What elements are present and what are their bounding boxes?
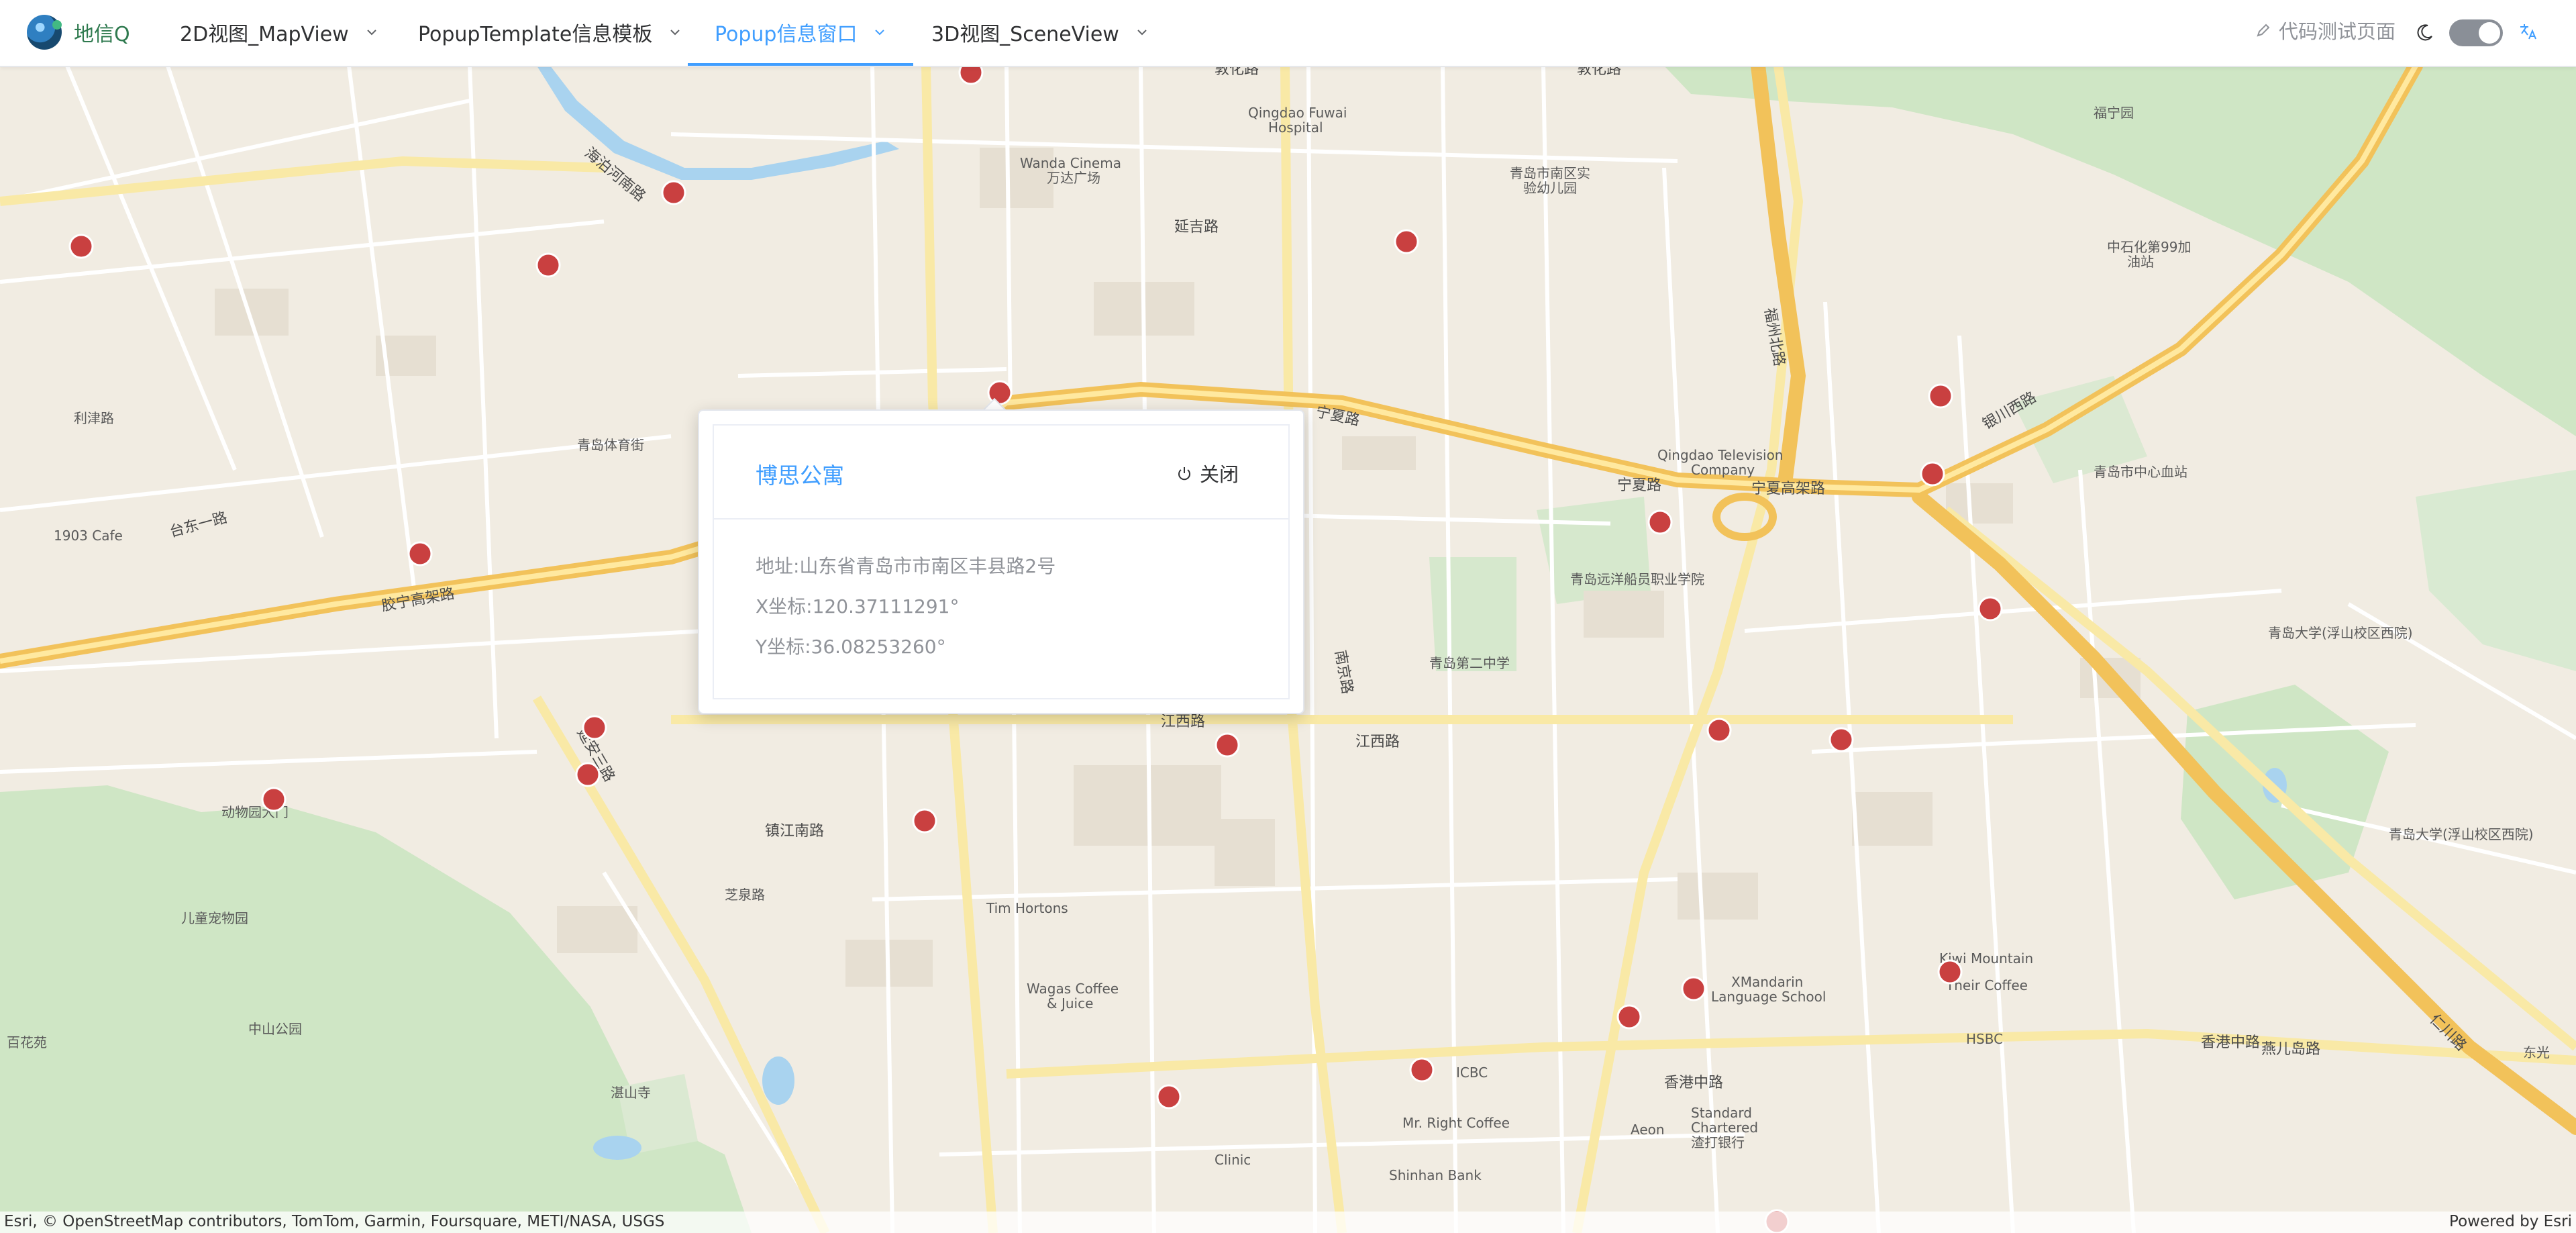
svg-text:百花苑: 百花苑 <box>7 1034 47 1050</box>
svg-text:青岛远洋船员职业学院: 青岛远洋船员职业学院 <box>1570 571 1704 587</box>
svg-text:青岛大学(浮山校区西院): 青岛大学(浮山校区西院) <box>2389 826 2534 842</box>
nav-popup-template[interactable]: PopupTemplate信息模板 <box>418 0 682 64</box>
svg-text:福宁园: 福宁园 <box>2094 105 2134 121</box>
powered-by-esri[interactable]: Powered by Esri <box>2449 1213 2572 1230</box>
svg-text:中石化第99加: 中石化第99加 <box>2107 239 2191 255</box>
svg-text:青岛第二中学: 青岛第二中学 <box>1429 655 1510 671</box>
nav-2d-mapview-label: 2D视图_MapView <box>180 23 349 46</box>
nav-3d-sceneview-label: 3D视图_SceneView <box>931 23 1119 46</box>
svg-text:湛山寺: 湛山寺 <box>611 1085 651 1101</box>
svg-text:青岛大学(浮山校区西院): 青岛大学(浮山校区西院) <box>2268 625 2413 641</box>
svg-text:Qingdao Television: Qingdao Television <box>1657 447 1783 463</box>
chevron-down-icon <box>875 30 885 36</box>
svg-text:延吉路: 延吉路 <box>1174 219 1219 236</box>
brand-name[interactable]: 地信Q <box>74 17 130 47</box>
top-navigation-bar: 地信Q 2D视图_MapView PopupTemplate信息模板 Popup… <box>0 0 2576 67</box>
svg-text:& Juice: & Juice <box>1047 995 1093 1012</box>
toggle-knob <box>2479 22 2500 44</box>
popup-close-button[interactable]: 关闭 <box>1176 459 1239 487</box>
svg-text:宁夏路: 宁夏路 <box>1617 477 1661 494</box>
svg-text:东光: 东光 <box>2523 1044 2550 1061</box>
svg-text:Language School: Language School <box>1711 989 1826 1005</box>
translate-icon[interactable] <box>2518 21 2539 43</box>
nav-popup-window[interactable]: Popup信息窗口 <box>687 0 915 66</box>
chevron-down-icon <box>366 30 376 36</box>
svg-text:芝泉路: 芝泉路 <box>725 887 765 903</box>
chevron-down-icon <box>670 30 680 36</box>
svg-text:Shinhan Bank: Shinhan Bank <box>1389 1167 1482 1183</box>
logo-accent-dot <box>52 20 62 30</box>
popup-title: 博思公寓 <box>756 462 844 489</box>
power-icon <box>1178 467 1190 481</box>
svg-text:ICBC: ICBC <box>1456 1065 1488 1081</box>
svg-text:燕儿岛路: 燕儿岛路 <box>2261 1041 2320 1058</box>
svg-text:Chartered: Chartered <box>1691 1120 1758 1136</box>
svg-text:江西路: 江西路 <box>1355 734 1400 750</box>
svg-text:青岛市中心血站: 青岛市中心血站 <box>2094 464 2187 480</box>
popup-address: 地址:山东省青岛市市南区丰县路2号 <box>756 555 1056 577</box>
svg-text:香港中路: 香港中路 <box>1664 1075 1723 1091</box>
popup-x-coordinate: X坐标:120.37111291° <box>756 595 960 618</box>
svg-text:Clinic: Clinic <box>1215 1152 1251 1168</box>
svg-text:镇江南路: 镇江南路 <box>765 823 824 840</box>
svg-text:利津路: 利津路 <box>74 410 114 426</box>
svg-text:Tim Hortons: Tim Hortons <box>986 900 1068 916</box>
svg-text:HSBC: HSBC <box>1966 1031 2003 1047</box>
svg-text:青岛市南区实: 青岛市南区实 <box>1510 165 1590 181</box>
svg-text:儿童宠物园: 儿童宠物园 <box>181 910 248 926</box>
svg-text:Company: Company <box>1691 462 1755 478</box>
pencil-icon <box>2257 23 2270 37</box>
code-test-page-link[interactable]: 代码测试页面 <box>2255 16 2395 44</box>
svg-text:Qingdao Fuwai: Qingdao Fuwai <box>1248 105 1347 121</box>
svg-text:青岛体育街: 青岛体育街 <box>577 437 644 453</box>
popup-divider <box>714 518 1288 520</box>
svg-text:Wanda Cinema: Wanda Cinema <box>1020 155 1121 171</box>
svg-text:油站: 油站 <box>2127 254 2154 270</box>
svg-text:江西路: 江西路 <box>1161 713 1205 730</box>
map-attribution-bar: Esri, © OpenStreetMap contributors, TomT… <box>0 1212 2576 1233</box>
dark-mode-toggle[interactable] <box>2449 19 2503 46</box>
svg-text:敦化路: 敦化路 <box>1577 66 1621 78</box>
code-test-page-label: 代码测试页面 <box>2279 20 2396 43</box>
moon-icon <box>2417 24 2432 41</box>
svg-text:香港中路: 香港中路 <box>2201 1034 2260 1051</box>
svg-text:Wagas Coffee: Wagas Coffee <box>1027 981 1119 997</box>
popup-close-label: 关闭 <box>1199 463 1239 486</box>
svg-text:Standard: Standard <box>1691 1105 1752 1121</box>
nav-3d-sceneview[interactable]: 3D视图_SceneView <box>931 0 1149 64</box>
svg-text:Mr. Right Coffee: Mr. Right Coffee <box>1402 1115 1510 1131</box>
svg-text:中山公园: 中山公园 <box>248 1021 302 1037</box>
info-popup: 博思公寓 关闭 地址:山东省青岛市市南区丰县路2号 X坐标:120.371112… <box>698 409 1304 714</box>
svg-text:渣打银行: 渣打银行 <box>1691 1134 1745 1150</box>
attribution-text[interactable]: Esri, © OpenStreetMap contributors, TomT… <box>4 1213 664 1230</box>
svg-text:万达广场: 万达广场 <box>1047 170 1100 186</box>
svg-text:宁夏高架路: 宁夏高架路 <box>1751 481 1825 497</box>
nav-2d-mapview[interactable]: 2D视图_MapView <box>180 0 378 64</box>
svg-text:Hospital: Hospital <box>1268 119 1323 136</box>
svg-text:验幼儿园: 验幼儿园 <box>1523 180 1577 196</box>
chevron-down-icon <box>1137 30 1147 36</box>
nav-popup-window-label: Popup信息窗口 <box>715 23 858 46</box>
svg-text:1903 Cafe: 1903 Cafe <box>54 528 123 544</box>
svg-text:XMandarin: XMandarin <box>1731 974 1803 990</box>
popup-y-coordinate: Y坐标:36.08253260° <box>756 636 946 658</box>
svg-text:Aeon: Aeon <box>1631 1122 1665 1138</box>
svg-text:敦化路: 敦化路 <box>1215 66 1259 78</box>
nav-popup-template-label: PopupTemplate信息模板 <box>418 23 653 46</box>
